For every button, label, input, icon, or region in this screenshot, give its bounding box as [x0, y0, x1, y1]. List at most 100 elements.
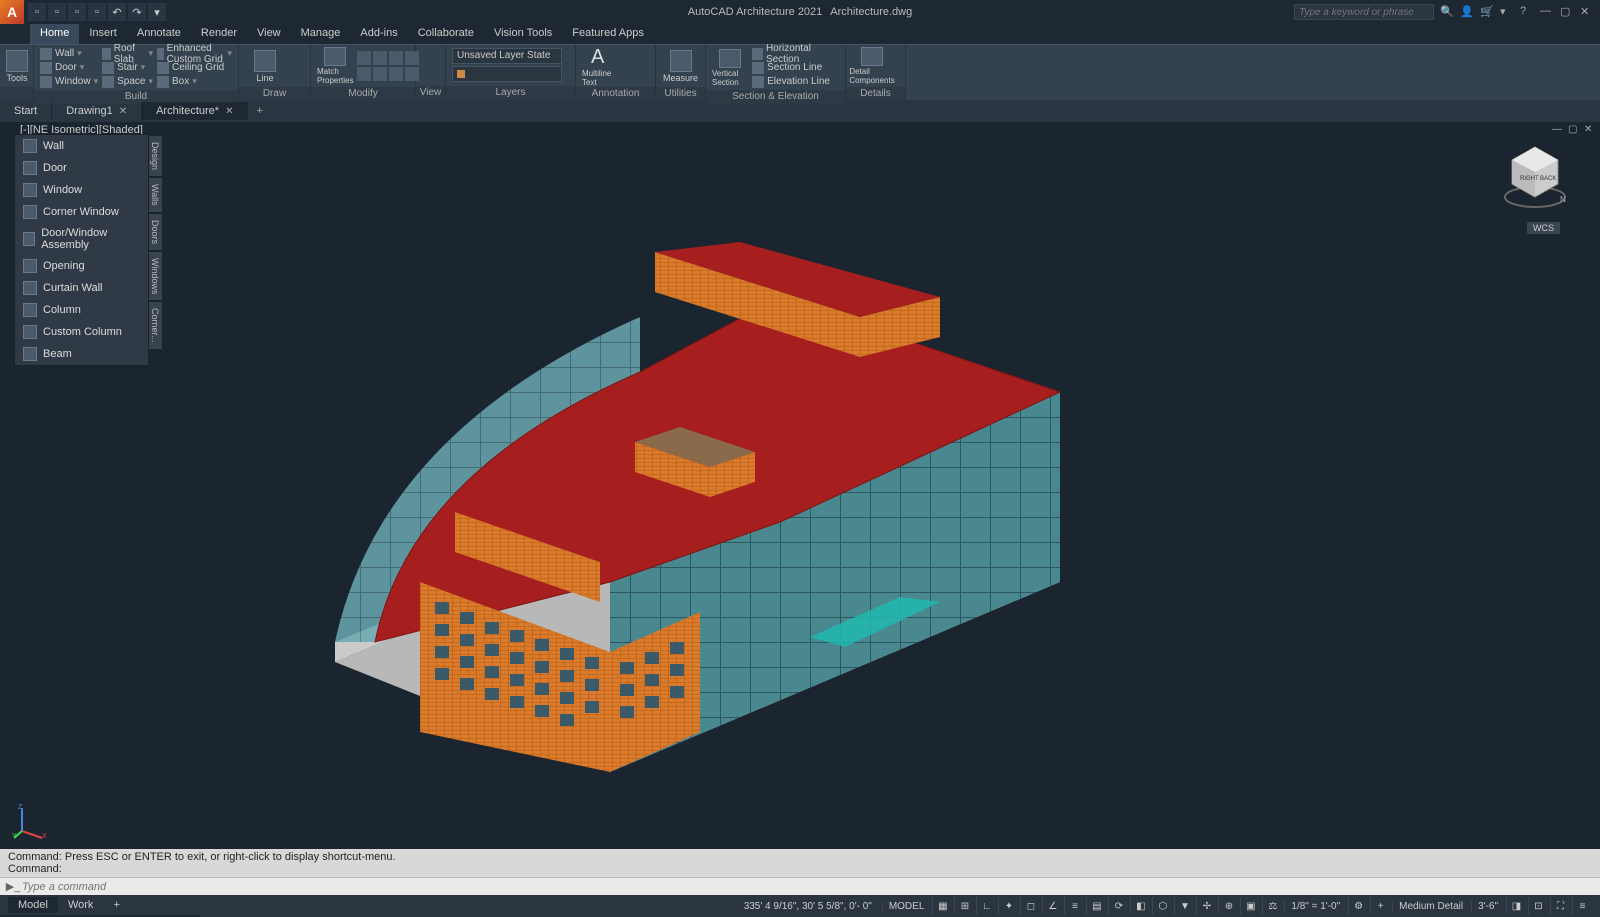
plus-icon[interactable]: + [1370, 897, 1390, 915]
minimize-icon[interactable]: — [1540, 5, 1554, 19]
window-button[interactable]: Window▾ [40, 75, 98, 88]
side-tab-walls[interactable]: Walls [148, 177, 163, 213]
layout-tab-work[interactable]: Work [58, 897, 103, 913]
units-icon[interactable]: ⚖ [1262, 897, 1282, 915]
side-tab-corner[interactable]: Corner... [148, 301, 163, 350]
app-logo[interactable]: A [0, 0, 24, 24]
viewcube[interactable]: RIGHT BACK N [1500, 142, 1570, 212]
otrack-toggle-icon[interactable]: ∠ [1042, 897, 1062, 915]
box-button[interactable]: Box▾ [157, 75, 232, 88]
layer-combo[interactable] [452, 66, 562, 82]
tab-collaborate[interactable]: Collaborate [408, 24, 484, 44]
palette-item-curtain-wall[interactable]: Curtain Wall [15, 277, 148, 299]
qat-new-icon[interactable]: ▫ [28, 3, 46, 21]
status-detail[interactable]: Medium Detail [1392, 901, 1469, 912]
wall-button[interactable]: Wall▾ [40, 47, 98, 60]
gizmo-icon[interactable]: ✢ [1196, 897, 1216, 915]
close-icon[interactable]: ✕ [1580, 5, 1594, 19]
hardware-icon[interactable]: ⊡ [1528, 897, 1548, 915]
status-scale[interactable]: 1/8" = 1'-0" [1284, 901, 1346, 912]
polar-toggle-icon[interactable]: ✦ [998, 897, 1018, 915]
cart-icon[interactable]: 🛒 [1480, 5, 1494, 19]
close-icon[interactable]: ✕ [119, 106, 127, 117]
customgrid-button[interactable]: Enhanced Custom Grid▾ [157, 47, 232, 60]
tab-render[interactable]: Render [191, 24, 247, 44]
side-tab-doors[interactable]: Doors [148, 213, 163, 251]
osnap-toggle-icon[interactable]: ◻ [1020, 897, 1040, 915]
close-icon[interactable]: ✕ [225, 106, 233, 117]
doctab-drawing1[interactable]: Drawing1✕ [52, 102, 142, 120]
layout-tab-add[interactable]: + [103, 897, 129, 913]
side-tab-design[interactable]: Design [148, 135, 163, 177]
qat-undo-icon[interactable]: ↶ [108, 3, 126, 21]
custom-icon[interactable]: ≡ [1572, 897, 1592, 915]
3dosnap-icon[interactable]: ◧ [1130, 897, 1150, 915]
modify-icon-2[interactable] [373, 51, 387, 65]
new-tab-button[interactable]: + [248, 102, 270, 120]
gear-icon[interactable]: ⚙ [1348, 897, 1368, 915]
tools-button[interactable]: Tools [6, 47, 28, 85]
palette-item-opening[interactable]: Opening [15, 255, 148, 277]
search-input[interactable] [1294, 4, 1434, 20]
grid-toggle-icon[interactable]: ▦ [932, 897, 952, 915]
tab-annotate[interactable]: Annotate [127, 24, 191, 44]
measure-button[interactable]: Measure [662, 47, 699, 85]
viewport[interactable]: [-][NE Isometric][Shaded] — ▢ ✕ TOOL PAL… [0, 122, 1600, 849]
palette-item-door[interactable]: Door [15, 157, 148, 179]
app-dropdown-icon[interactable]: ▾ [1500, 5, 1514, 19]
palette-item-corner-window[interactable]: Corner Window [15, 201, 148, 223]
iso-icon[interactable]: ◨ [1506, 897, 1526, 915]
palette-item-custom-column[interactable]: Custom Column [15, 321, 148, 343]
building-model[interactable] [300, 242, 1080, 772]
cycling-icon[interactable]: ⟳ [1108, 897, 1128, 915]
transparency-icon[interactable]: ▤ [1086, 897, 1106, 915]
space-button[interactable]: Space▾ [102, 75, 153, 88]
vp-max-icon[interactable]: ▢ [1568, 124, 1580, 136]
tab-view[interactable]: View [247, 24, 291, 44]
status-model[interactable]: MODEL [882, 901, 931, 912]
palette-item-window[interactable]: Window [15, 179, 148, 201]
tab-addins[interactable]: Add-ins [350, 24, 407, 44]
palette-item-column[interactable]: Column [15, 299, 148, 321]
wcs-badge[interactable]: WCS [1527, 222, 1560, 234]
match-properties-button[interactable]: Match Properties [317, 47, 353, 85]
vp-min-icon[interactable]: — [1552, 124, 1564, 136]
dynucs-icon[interactable]: ⬡ [1152, 897, 1172, 915]
side-tab-windows[interactable]: Windows [148, 251, 163, 302]
lweight-toggle-icon[interactable]: ≡ [1064, 897, 1084, 915]
modify-icon-7[interactable] [389, 67, 403, 81]
palette-item-beam[interactable]: Beam [15, 343, 148, 365]
snap-toggle-icon[interactable]: ⊞ [954, 897, 974, 915]
qat-open-icon[interactable]: ▫ [48, 3, 66, 21]
qat-save-icon[interactable]: ▫ [68, 3, 86, 21]
status-elev[interactable]: 3'-6" [1471, 901, 1504, 912]
modify-icon-1[interactable] [357, 51, 371, 65]
qat-dropdown-icon[interactable]: ▾ [148, 3, 166, 21]
filter-icon[interactable]: ▼ [1174, 897, 1194, 915]
cleanscreen-icon[interactable]: ⛶ [1550, 897, 1570, 915]
stair-button[interactable]: Stair▾ [102, 61, 153, 74]
help-icon[interactable]: ? [1520, 5, 1534, 19]
detail-components-button[interactable]: Detail Components [852, 47, 892, 85]
qat-redo-icon[interactable]: ↷ [128, 3, 146, 21]
roofslab-button[interactable]: Roof Slab▾ [102, 47, 153, 60]
search-icon[interactable]: 🔍 [1440, 5, 1454, 19]
door-button[interactable]: Door▾ [40, 61, 98, 74]
layer-state-combo[interactable]: Unsaved Layer State [452, 48, 562, 64]
qprops-icon[interactable]: ▣ [1240, 897, 1260, 915]
multiline-text-button[interactable]: AMultiline Text [582, 47, 622, 85]
doctab-start[interactable]: Start [0, 102, 52, 120]
ortho-toggle-icon[interactable]: ∟ [976, 897, 996, 915]
tab-insert[interactable]: Insert [79, 24, 127, 44]
ceilinggrid-button[interactable]: Ceiling Grid [157, 61, 232, 74]
vp-close-icon[interactable]: ✕ [1584, 124, 1596, 136]
tab-home[interactable]: Home [30, 24, 79, 44]
doctab-architecture[interactable]: Architecture*✕ [142, 102, 248, 120]
cmd-chevron-icon[interactable]: ▶_ [4, 880, 22, 893]
annomonitor-icon[interactable]: ⊕ [1218, 897, 1238, 915]
signin-icon[interactable]: 👤 [1460, 5, 1474, 19]
section-line-button[interactable]: Section Line [752, 61, 839, 74]
line-button[interactable]: Line [245, 47, 285, 85]
modify-icon-6[interactable] [373, 67, 387, 81]
tab-visiontools[interactable]: Vision Tools [484, 24, 562, 44]
